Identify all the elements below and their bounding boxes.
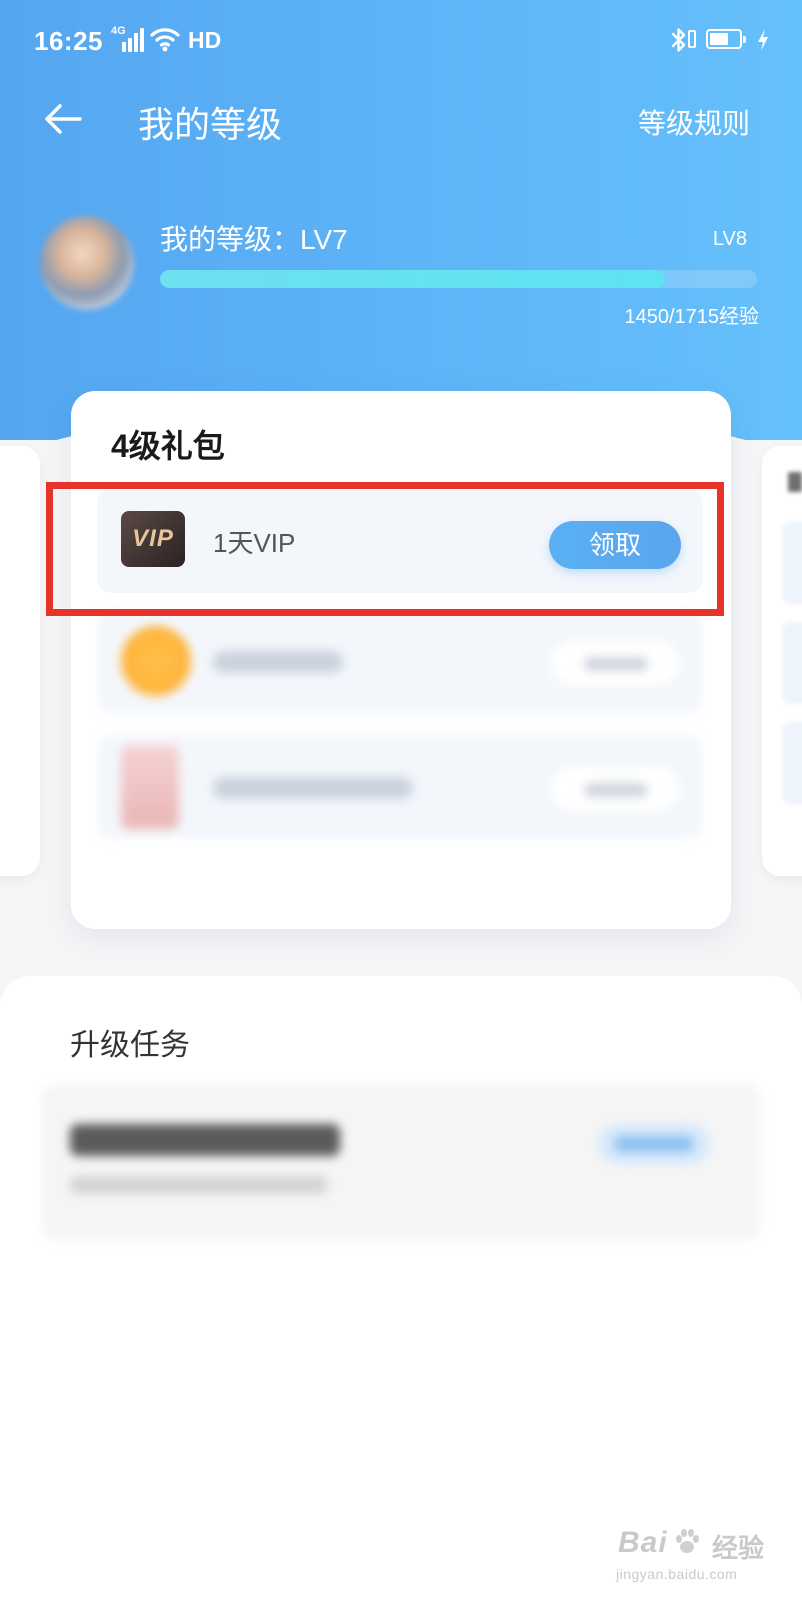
claim-button[interactable]: 领取	[549, 521, 681, 569]
status-bar: 16:25 4G HD	[0, 0, 802, 80]
level-progress-fill	[160, 270, 665, 288]
gift-item-book	[97, 735, 703, 839]
bluetooth-icon	[671, 28, 686, 52]
status-time: 16:25	[34, 26, 103, 56]
battery-icon	[706, 29, 746, 49]
gift-package-title: 4级礼包	[111, 428, 225, 464]
next-gift-card[interactable]	[762, 446, 802, 876]
vip-badge-icon: VIP	[121, 511, 185, 567]
experience-text: 1450/1715经验	[624, 306, 759, 328]
coin-icon	[121, 626, 191, 696]
blurred-claim-button[interactable]	[549, 639, 681, 687]
signal-icon	[122, 28, 144, 52]
gift-package-card: 4级礼包 VIP 1天VIP 领取	[71, 391, 731, 929]
upgrade-tasks-panel: 升级任务	[0, 976, 802, 1600]
level-rules-link[interactable]: 等级规则	[638, 102, 750, 142]
blurred-task-desc	[70, 1176, 328, 1194]
blurred-task-button[interactable]	[598, 1124, 710, 1164]
hd-indicator: HD	[188, 27, 222, 53]
previous-gift-card[interactable]	[0, 446, 40, 876]
gift-item-name: 1天VIP	[213, 528, 296, 558]
vibrate-icon	[688, 30, 696, 48]
wifi-icon	[150, 28, 180, 52]
navigation-bar: 我的等级 等级规则	[0, 80, 802, 160]
back-arrow-icon[interactable]	[42, 98, 84, 140]
blurred-task-title	[70, 1124, 340, 1156]
book-icon	[121, 745, 179, 829]
blurred-text	[213, 651, 343, 673]
current-level-label: 我的等级：LV7	[160, 224, 348, 255]
next-level-label: LV8	[712, 228, 747, 250]
vip-badge-text: VIP	[132, 525, 174, 552]
blurred-text	[213, 777, 413, 799]
page-title: 我的等级	[138, 104, 283, 145]
watermark-cn: 经验	[712, 1533, 765, 1563]
watermark-url: jingyan.baidu.com	[616, 1566, 738, 1582]
level-progress-bar	[160, 270, 757, 288]
gift-item-coins	[97, 609, 703, 713]
blurred-claim-button[interactable]	[549, 765, 681, 813]
avatar[interactable]	[40, 216, 134, 310]
paw-icon	[676, 1529, 699, 1553]
upgrade-tasks-title: 升级任务	[70, 1029, 190, 1062]
task-item	[42, 1084, 760, 1240]
charging-icon	[758, 29, 768, 51]
baidu-jingyan-watermark: Bai 经验 jingyan.baidu.com	[612, 1526, 772, 1586]
gift-item-vip: VIP 1天VIP 领取	[97, 489, 703, 593]
level-profile: 我的等级：LV7 LV8 1450/1715经验	[0, 200, 802, 340]
watermark-brand: Bai	[618, 1526, 668, 1559]
